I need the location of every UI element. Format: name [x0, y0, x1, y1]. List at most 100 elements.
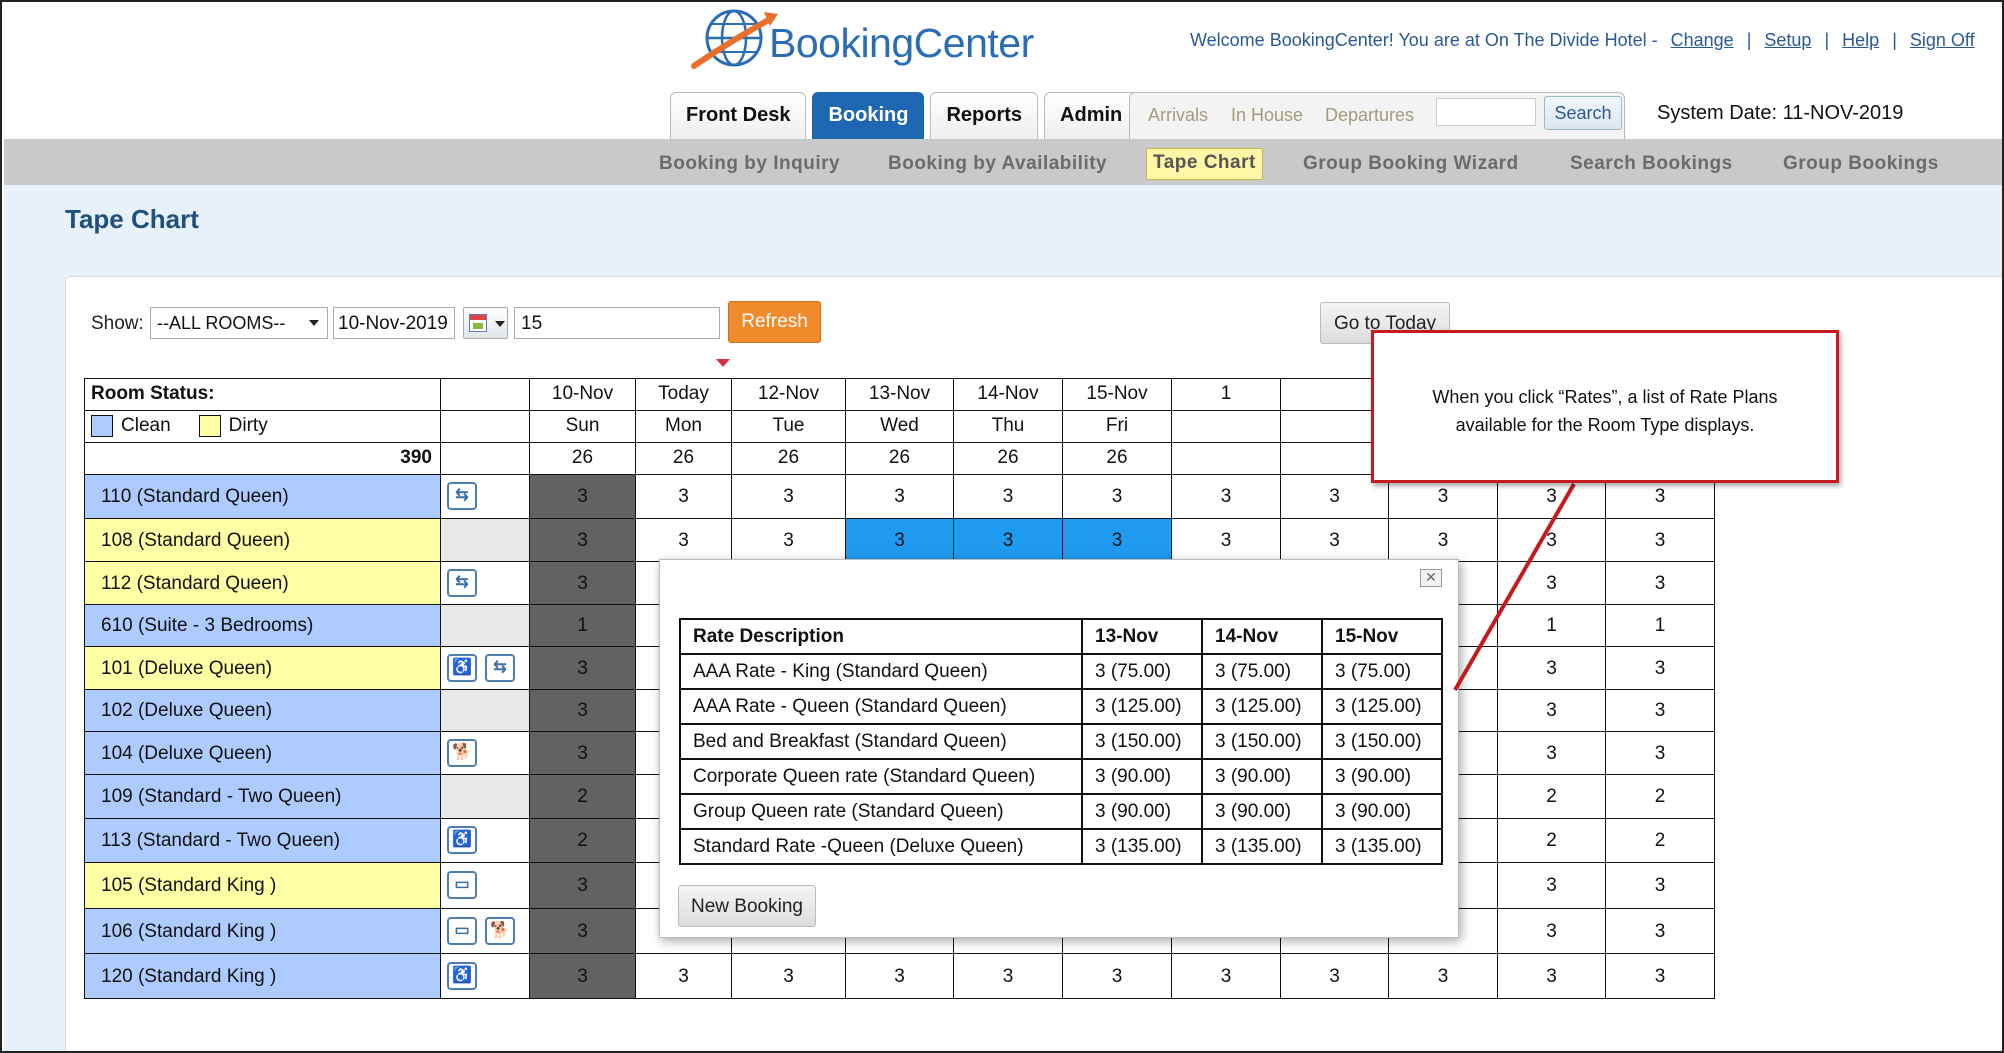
tab-reports[interactable]: Reports — [930, 92, 1039, 140]
availability-cell[interactable]: 3 — [635, 518, 732, 562]
availability-cell[interactable]: 3 — [1605, 862, 1715, 909]
availability-cell[interactable]: 3 — [1605, 561, 1715, 605]
availability-cell[interactable]: 3 — [635, 474, 732, 519]
availability-cell[interactable]: 3 — [731, 474, 846, 519]
room-label[interactable]: 104 (Deluxe Queen) — [84, 731, 441, 775]
availability-cell[interactable]: 3 — [1605, 689, 1715, 732]
room-label[interactable]: 112 (Standard Queen) — [84, 561, 441, 605]
rate-row[interactable]: Bed and Breakfast (Standard Queen) 3 (150… — [679, 723, 1443, 760]
availability-cell[interactable]: 3 — [1388, 953, 1498, 999]
availability-cell[interactable]: 3 — [1497, 953, 1606, 999]
tab-booking[interactable]: Booking — [812, 92, 925, 140]
availability-cell[interactable]: 3 — [1605, 646, 1715, 690]
tab-front-desk[interactable]: Front Desk — [670, 92, 807, 140]
room-label[interactable]: 108 (Standard Queen) — [84, 518, 441, 562]
rate-row[interactable]: Corporate Queen rate (Standard Queen) 3 (… — [679, 758, 1443, 795]
setup-link[interactable]: Setup — [1764, 30, 1811, 50]
subnav-tape-chart[interactable]: Tape Chart — [1146, 148, 1263, 180]
availability-cell[interactable]: 3 — [1497, 689, 1606, 732]
availability-cell[interactable]: 2 — [1605, 818, 1715, 863]
availability-cell[interactable]: 3 — [1605, 518, 1715, 562]
availability-cell[interactable]: 3 — [1497, 646, 1606, 690]
availability-cell[interactable]: 1 — [1605, 604, 1715, 647]
tab-admin[interactable]: Admin — [1044, 92, 1139, 140]
availability-cell[interactable]: 3 — [845, 474, 954, 519]
start-date-input[interactable]: 10-Nov-2019 — [333, 307, 455, 339]
availability-cell[interactable]: 3 — [529, 561, 636, 605]
subnav-group-booking-wizard[interactable]: Group Booking Wizard — [1303, 153, 1519, 175]
availability-cell[interactable]: 3 — [1280, 953, 1389, 999]
departures-link[interactable]: Departures — [1325, 105, 1414, 126]
availability-cell[interactable]: 2 — [1497, 818, 1606, 863]
availability-cell[interactable]: 3 — [635, 953, 732, 999]
availability-cell[interactable]: 3 — [1497, 908, 1606, 954]
availability-cell[interactable]: 3 — [731, 953, 846, 999]
availability-cell[interactable]: 3 — [1497, 731, 1606, 775]
room-label[interactable]: 109 (Standard - Two Queen) — [84, 774, 441, 819]
availability-cell[interactable]: 3 — [845, 953, 954, 999]
availability-cell[interactable]: 3 — [1605, 908, 1715, 954]
availability-cell[interactable]: 3 — [529, 953, 636, 999]
arrivals-link[interactable]: Arrivals — [1148, 105, 1208, 126]
quick-search-input[interactable] — [1436, 98, 1536, 126]
availability-cell[interactable]: 3 — [529, 689, 636, 732]
availability-cell[interactable]: 3 — [529, 731, 636, 775]
availability-cell[interactable]: 3 — [1497, 561, 1606, 605]
room-label[interactable]: 101 (Deluxe Queen) — [84, 646, 441, 690]
availability-cell[interactable]: 1 — [1497, 604, 1606, 647]
availability-cell[interactable]: 3 — [1497, 518, 1606, 562]
subnav-booking-by-availability[interactable]: Booking by Availability — [888, 153, 1107, 175]
availability-cell[interactable]: 3 — [529, 908, 636, 954]
rate-row[interactable]: AAA Rate - Queen (Standard Queen) 3 (125.… — [679, 688, 1443, 725]
availability-cell[interactable]: 3 — [1605, 953, 1715, 999]
availability-cell[interactable]: 3 — [1388, 518, 1498, 562]
room-label[interactable]: 110 (Standard Queen) — [84, 474, 441, 519]
room-label[interactable]: 105 (Standard King ) — [84, 862, 441, 909]
rate-row[interactable]: AAA Rate - King (Standard Queen) 3 (75.00… — [679, 653, 1443, 690]
availability-cell[interactable]: 3 — [953, 953, 1063, 999]
availability-cell[interactable]: 3 — [1062, 474, 1172, 519]
availability-cell[interactable]: 2 — [1497, 774, 1606, 819]
rate-row[interactable]: Group Queen rate (Standard Queen) 3 (90.0… — [679, 793, 1443, 830]
availability-cell[interactable]: 3 — [1171, 518, 1281, 562]
room-label[interactable]: 106 (Standard King ) — [84, 908, 441, 954]
sign-off-link[interactable]: Sign Off — [1910, 30, 1975, 50]
availability-cell[interactable]: 3 — [1171, 953, 1281, 999]
availability-cell[interactable]: 3 — [845, 518, 954, 562]
availability-cell[interactable]: 3 — [953, 518, 1063, 562]
room-label[interactable]: 113 (Standard - Two Queen) — [84, 818, 441, 863]
availability-cell[interactable]: 3 — [529, 474, 636, 519]
help-link[interactable]: Help — [1842, 30, 1879, 50]
availability-cell[interactable]: 3 — [529, 518, 636, 562]
availability-cell[interactable]: 3 — [1497, 862, 1606, 909]
search-button[interactable]: Search — [1544, 96, 1622, 130]
subnav-search-bookings[interactable]: Search Bookings — [1570, 153, 1733, 175]
subnav-group-bookings[interactable]: Group Bookings — [1783, 153, 1939, 175]
availability-cell[interactable]: 3 — [1062, 518, 1172, 562]
room-label[interactable]: 102 (Deluxe Queen) — [84, 689, 441, 732]
in-house-link[interactable]: In House — [1231, 105, 1303, 126]
availability-cell[interactable]: 3 — [1171, 474, 1281, 519]
rooms-select[interactable]: --ALL ROOMS-- — [150, 307, 328, 339]
availability-cell[interactable]: 3 — [529, 862, 636, 909]
change-link[interactable]: Change — [1671, 30, 1734, 50]
rate-row[interactable]: Standard Rate -Queen (Deluxe Queen) 3 (13… — [679, 828, 1443, 865]
availability-cell[interactable]: 3 — [1062, 953, 1172, 999]
availability-cell[interactable]: 2 — [1605, 774, 1715, 819]
availability-cell[interactable]: 2 — [529, 818, 636, 863]
room-label[interactable]: 120 (Standard King ) — [84, 953, 441, 999]
subnav-booking-by-inquiry[interactable]: Booking by Inquiry — [659, 153, 840, 175]
availability-cell[interactable]: 3 — [1605, 731, 1715, 775]
calendar-button[interactable] — [463, 307, 508, 339]
availability-cell[interactable]: 3 — [1280, 518, 1389, 562]
availability-cell[interactable]: 2 — [529, 774, 636, 819]
new-booking-button[interactable]: New Booking — [678, 885, 816, 927]
availability-cell[interactable]: 3 — [953, 474, 1063, 519]
availability-cell[interactable]: 1 — [529, 604, 636, 647]
close-icon[interactable]: ✕ — [1420, 569, 1442, 587]
days-input[interactable]: 15 — [514, 307, 720, 339]
availability-cell[interactable]: 3 — [731, 518, 846, 562]
availability-cell[interactable]: 3 — [529, 646, 636, 690]
room-label[interactable]: 610 (Suite - 3 Bedrooms) — [84, 604, 441, 647]
refresh-button[interactable]: Refresh — [728, 301, 821, 343]
